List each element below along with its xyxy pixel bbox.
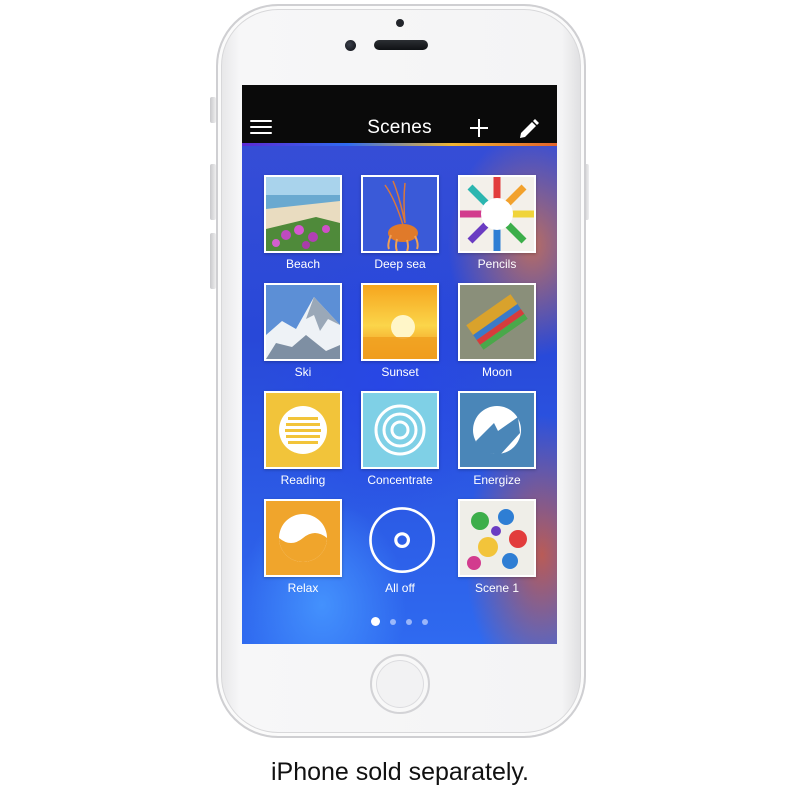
relax-icon	[264, 499, 342, 577]
handprints-photo-icon	[458, 499, 536, 577]
scene-label: Concentrate	[367, 473, 433, 487]
disclaimer-caption: iPhone sold separately.	[270, 758, 530, 786]
proximity-sensor	[396, 19, 404, 27]
socks-photo-icon	[458, 283, 536, 361]
pencil-icon[interactable]	[518, 118, 540, 138]
navbar-color-rule	[242, 143, 557, 146]
home-button	[370, 654, 430, 714]
scene-tile-all-off[interactable]: All off	[361, 499, 439, 595]
scene-tile-energize[interactable]: Energize	[458, 391, 536, 487]
front-camera	[345, 40, 356, 51]
scene-label: Relax	[287, 581, 319, 595]
scene-label: Ski	[294, 365, 312, 379]
jellyfish-photo-icon	[361, 175, 439, 253]
reading-icon	[264, 391, 342, 469]
scene-label: Reading	[280, 473, 326, 487]
page-title: Scenes	[367, 117, 432, 138]
page-dot-3[interactable]	[406, 619, 412, 625]
beach-photo-icon	[264, 175, 342, 253]
scene-label: Energize	[473, 473, 521, 487]
scene-tile-beach[interactable]: Beach	[264, 175, 342, 271]
scene-label: Sunset	[381, 365, 419, 379]
page-dot-2[interactable]	[390, 619, 396, 625]
scene-tile-pencils[interactable]: Pencils	[458, 175, 536, 271]
scene-tile-relax[interactable]: Relax	[264, 499, 342, 595]
scene-label: Moon	[481, 365, 513, 379]
page-dot-4[interactable]	[422, 619, 428, 625]
add-scene-button[interactable]	[470, 118, 490, 138]
sunset-photo-icon	[361, 283, 439, 361]
energize-icon	[458, 391, 536, 469]
top-navbar: Scenes	[242, 85, 557, 143]
earpiece-speaker	[374, 40, 428, 50]
app-screen: Scenes Beach Deep sea Pencils Ski Sunset…	[242, 85, 557, 644]
scene-tile-scene-1[interactable]: Scene 1	[458, 499, 536, 595]
scene-label: Scene 1	[474, 581, 520, 595]
power-off-icon	[361, 499, 439, 577]
scene-tile-reading[interactable]: Reading	[264, 391, 342, 487]
concentrate-icon	[361, 391, 439, 469]
scene-label: Beach	[285, 257, 321, 271]
scene-tile-sunset[interactable]: Sunset	[361, 283, 439, 379]
scene-tile-ski[interactable]: Ski	[264, 283, 342, 379]
mountain-photo-icon	[264, 283, 342, 361]
scene-label: Pencils	[477, 257, 517, 271]
scene-tile-deep-sea[interactable]: Deep sea	[361, 175, 439, 271]
scene-tile-concentrate[interactable]: Concentrate	[361, 391, 439, 487]
page-dot-1[interactable]	[371, 617, 380, 626]
page-indicator	[242, 612, 557, 626]
pencils-photo-icon	[458, 175, 536, 253]
scene-label: Deep sea	[374, 257, 426, 271]
scene-label: All off	[385, 581, 415, 595]
scene-tile-moon[interactable]: Moon	[458, 283, 536, 379]
